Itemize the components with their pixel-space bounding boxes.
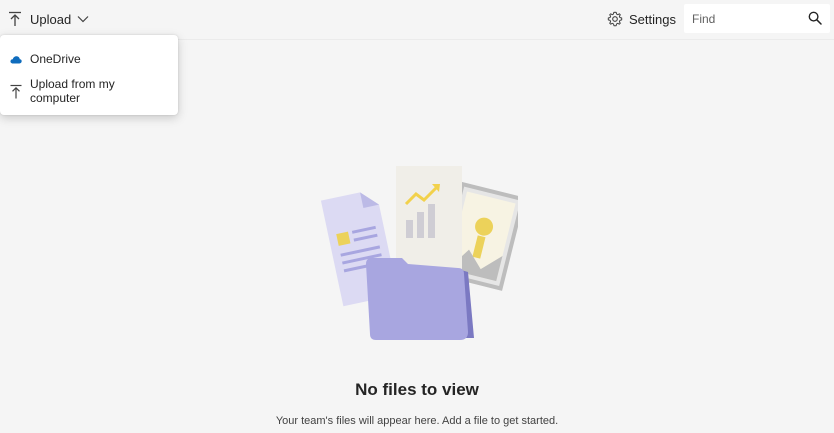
arrow-up-to-line-icon — [10, 84, 22, 99]
upload-button-label: Upload — [30, 11, 72, 27]
menu-item-label: Upload from my computer — [30, 77, 115, 105]
chevron-down-icon — [77, 15, 89, 23]
files-toolbar: Upload Settings — [0, 0, 834, 40]
upload-menu: OneDrive Upload from my computer — [0, 35, 178, 115]
upload-button[interactable]: Upload — [4, 6, 93, 32]
arrow-up-to-line-icon — [8, 11, 22, 27]
folder-with-documents-illustration — [318, 160, 526, 345]
settings-button-label: Settings — [629, 11, 676, 27]
menu-item-onedrive[interactable]: OneDrive — [0, 43, 178, 75]
settings-button[interactable]: Settings — [607, 7, 676, 31]
menu-item-upload-from-computer[interactable]: Upload from my computer — [0, 75, 178, 107]
search-icon[interactable] — [808, 11, 822, 25]
files-app: Upload Settings Find OneDrive Upload fro… — [0, 0, 834, 433]
search-input[interactable] — [692, 11, 802, 26]
onedrive-cloud-icon — [10, 55, 22, 64]
menu-item-label: OneDrive — [30, 52, 81, 66]
empty-state-title: No files to view — [355, 380, 479, 399]
empty-state-subtitle: Your team's files will appear here. Add … — [275, 415, 559, 427]
gear-icon — [607, 11, 623, 27]
search-box[interactable] — [684, 4, 830, 33]
